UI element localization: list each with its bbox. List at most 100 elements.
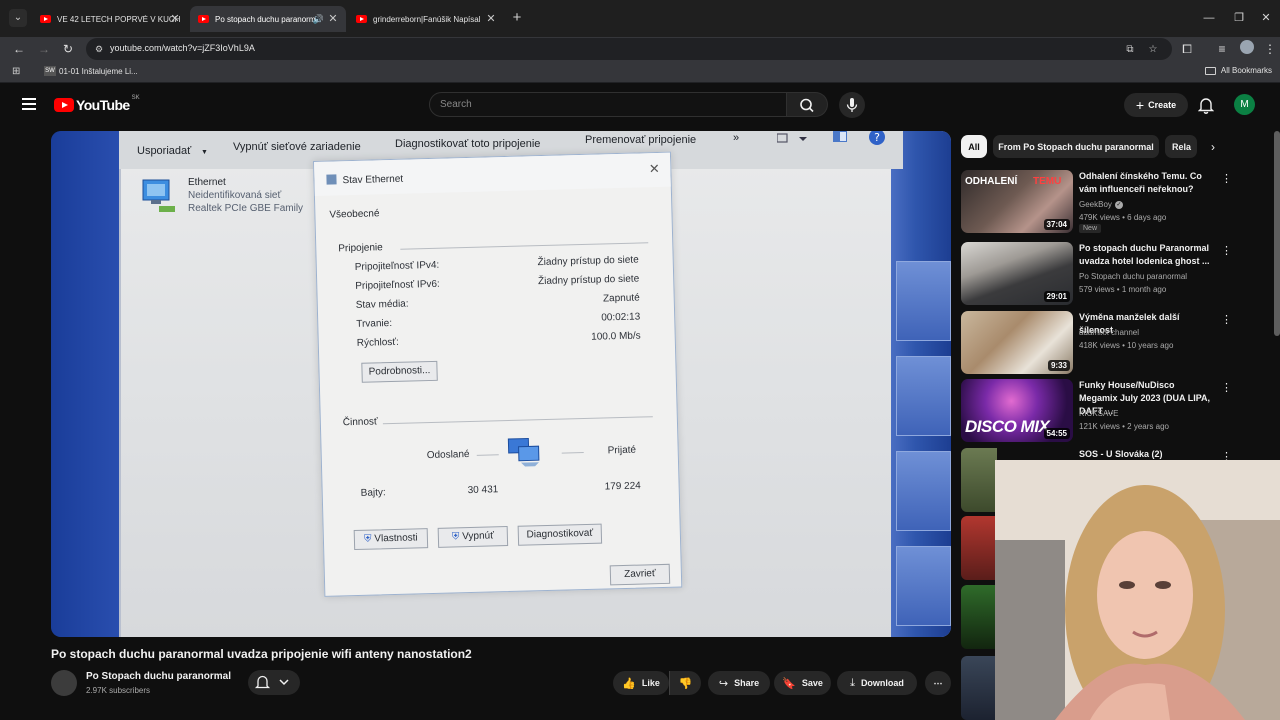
sent-label: Odoslané [426, 449, 470, 462]
apps-grid-icon[interactable]: ⊞ [12, 66, 24, 78]
recommendation-item[interactable]: ODHALENÍ TEMU 37:04 Odhalení čínského Te… [961, 170, 1261, 234]
subscriber-count: 2.97K subscribers [86, 686, 151, 695]
row-value: 00:02:13 [601, 311, 641, 324]
ethernet-status-dialog: Stav Ethernet ✕ Všeobecné Pripojenie Pri… [313, 151, 683, 597]
video-thumbnail[interactable]: 29:01 [961, 242, 1073, 305]
video-thumbnail[interactable] [961, 516, 997, 580]
browser-tab-2[interactable]: Po stopach duchu paranorm 🔊 ✕ [190, 6, 346, 32]
recommendation-channel: adamixx channel [1079, 328, 1140, 337]
details-button: Podrobnosti... [361, 360, 438, 383]
search-placeholder: Search [440, 99, 472, 110]
video-thumbnail[interactable]: ODHALENÍ TEMU 37:04 [961, 170, 1073, 233]
browser-tab-1[interactable]: VE 42 LETECH POPRVÉ V KUCH ✕ [32, 6, 188, 32]
close-window-button[interactable]: ✕ [1256, 10, 1276, 26]
plus-icon: + [1135, 97, 1145, 113]
more-vertical-icon[interactable]: ⋮ [1221, 381, 1232, 395]
channel-name[interactable]: Po Stopach duchu paranormal [86, 671, 231, 682]
more-actions-button[interactable]: ⋯ [925, 671, 951, 695]
recommendation-channel: KICKSAVE [1079, 409, 1119, 418]
chevron-right-icon[interactable]: › [1203, 138, 1223, 156]
row-value: Žiadny prístup do siete [537, 273, 640, 288]
video-thumbnail[interactable] [961, 585, 997, 649]
screen: ⌄ VE 42 LETECH POPRVÉ V KUCH ✕ Po stopac… [0, 0, 1280, 720]
new-badge: New [1079, 224, 1102, 233]
channel-avatar[interactable] [51, 670, 77, 696]
more-vertical-icon[interactable]: ⋮ [1221, 244, 1232, 258]
bell-icon [1197, 98, 1215, 114]
back-button[interactable]: ← [10, 40, 28, 58]
search-input[interactable]: Search [429, 92, 787, 117]
notifications-button[interactable] [1197, 96, 1215, 114]
search-button[interactable] [787, 92, 828, 117]
forward-button[interactable]: → [35, 40, 53, 58]
row-label: Trvanie: [356, 317, 393, 330]
browser-tab-3[interactable]: grinderreborn|Fanúšik Napísal ✕ [348, 6, 504, 32]
all-bookmarks-label: All Bookmarks [1220, 66, 1272, 75]
video-thumbnail[interactable] [961, 656, 997, 720]
more-vertical-icon[interactable]: ⋮ [1221, 313, 1232, 327]
chip-from-channel[interactable]: From Po Stopach duchu paranormal [993, 135, 1159, 158]
close-tab-icon[interactable]: ✕ [484, 12, 498, 26]
media-control-icon[interactable]: ≡ [1213, 40, 1231, 58]
country-code: SK [131, 95, 140, 101]
youtube-favicon-icon [198, 15, 209, 23]
share-button[interactable]: ↪ Share [708, 671, 770, 695]
duration-badge: 9:33 [1047, 360, 1070, 371]
recommendation-channel: GeekBoy ✓ [1079, 200, 1123, 209]
menu-icon[interactable] [22, 98, 36, 110]
subscription-bell-button[interactable] [248, 670, 300, 695]
extensions-icon[interactable]: ⧠ [1178, 40, 1196, 58]
youtube-logo[interactable]: YouTube SK [54, 95, 140, 113]
bookmark-star-icon[interactable]: ☆ [1145, 42, 1161, 58]
webcam-person-illustration [995, 460, 1280, 720]
adapter-name: Ethernet [188, 177, 226, 188]
recommendation-item[interactable]: 29:01 Po stopach duchu Paranormal uvadza… [961, 242, 1261, 306]
like-button[interactable]: 👍 Like [613, 671, 669, 695]
account-avatar[interactable]: M [1234, 94, 1255, 115]
recommendation-title[interactable]: Odhalení čínského Temu. Co vám influence… [1079, 170, 1215, 196]
properties-label: Vlastnosti [374, 532, 418, 545]
video-thumbnail[interactable]: DISCO MIX 54:55 [961, 379, 1073, 442]
view-options-icon [777, 133, 807, 143]
chip-all[interactable]: All [961, 135, 987, 158]
minimize-button[interactable]: — [1199, 10, 1219, 26]
address-bar[interactable]: ⚙ youtube.com/watch?v=jZF3IoVhL9A ⧉ ☆ [86, 38, 1172, 60]
video-thumbnail[interactable]: 9:33 [961, 311, 1073, 374]
reload-button[interactable]: ↻ [59, 40, 77, 58]
bytes-received: 179 224 [604, 480, 641, 493]
recommendation-meta: 479K views • 6 days ago [1079, 213, 1167, 222]
duration-badge: 54:55 [1043, 428, 1070, 439]
more-horizontal-icon: ⋯ [933, 677, 943, 688]
youtube-favicon-icon [356, 15, 367, 23]
chip-related[interactable]: Rela [1165, 135, 1197, 158]
close-tab-icon[interactable]: ✕ [168, 12, 182, 26]
browser-menu-icon[interactable]: ⋮ [1261, 40, 1279, 58]
download-button[interactable]: ⤓ Download [837, 671, 917, 695]
activity-line [476, 454, 499, 456]
video-player[interactable]: Usporiadať ▼ Vypnúť sieťové zariadenie D… [51, 131, 951, 637]
recommendation-item[interactable]: DISCO MIX 54:55 Funky House/NuDisco Mega… [961, 379, 1261, 443]
install-app-icon[interactable]: ⧉ [1122, 42, 1138, 58]
tab-search-button[interactable]: ⌄ [9, 9, 27, 27]
recommendation-item[interactable]: 9:33 Výměna manželek další šílenost adam… [961, 311, 1261, 375]
new-tab-button[interactable]: + [509, 10, 525, 26]
close-tab-icon[interactable]: ✕ [326, 12, 340, 26]
browser-profile-avatar[interactable] [1240, 40, 1254, 54]
recommendation-title[interactable]: Po stopach duchu Paranormal uvadza hotel… [1079, 242, 1215, 268]
disable-label: Vypnúť [462, 530, 495, 543]
create-button[interactable]: + Create [1124, 93, 1188, 117]
site-info-icon[interactable]: ⚙ [92, 42, 106, 56]
speaker-icon[interactable]: 🔊 [313, 12, 324, 26]
thumbs-down-icon: 👎 [678, 677, 693, 690]
cmd-organize: Usporiadať [137, 145, 192, 157]
all-bookmarks-button[interactable]: All Bookmarks [1204, 66, 1272, 75]
dislike-button[interactable]: 👎 [669, 671, 701, 695]
save-button[interactable]: 🔖 Save [774, 671, 831, 695]
bookmark-item[interactable]: SW 01-01 Inštalujeme Li... [44, 66, 138, 76]
more-vertical-icon[interactable]: ⋮ [1221, 172, 1232, 186]
restore-button[interactable]: ❐ [1229, 10, 1249, 26]
diagnose-button: Diagnostikovať [517, 523, 603, 546]
video-thumbnail[interactable] [961, 448, 997, 512]
scrollbar-thumb[interactable] [1274, 131, 1280, 336]
voice-search-button[interactable] [839, 92, 865, 118]
